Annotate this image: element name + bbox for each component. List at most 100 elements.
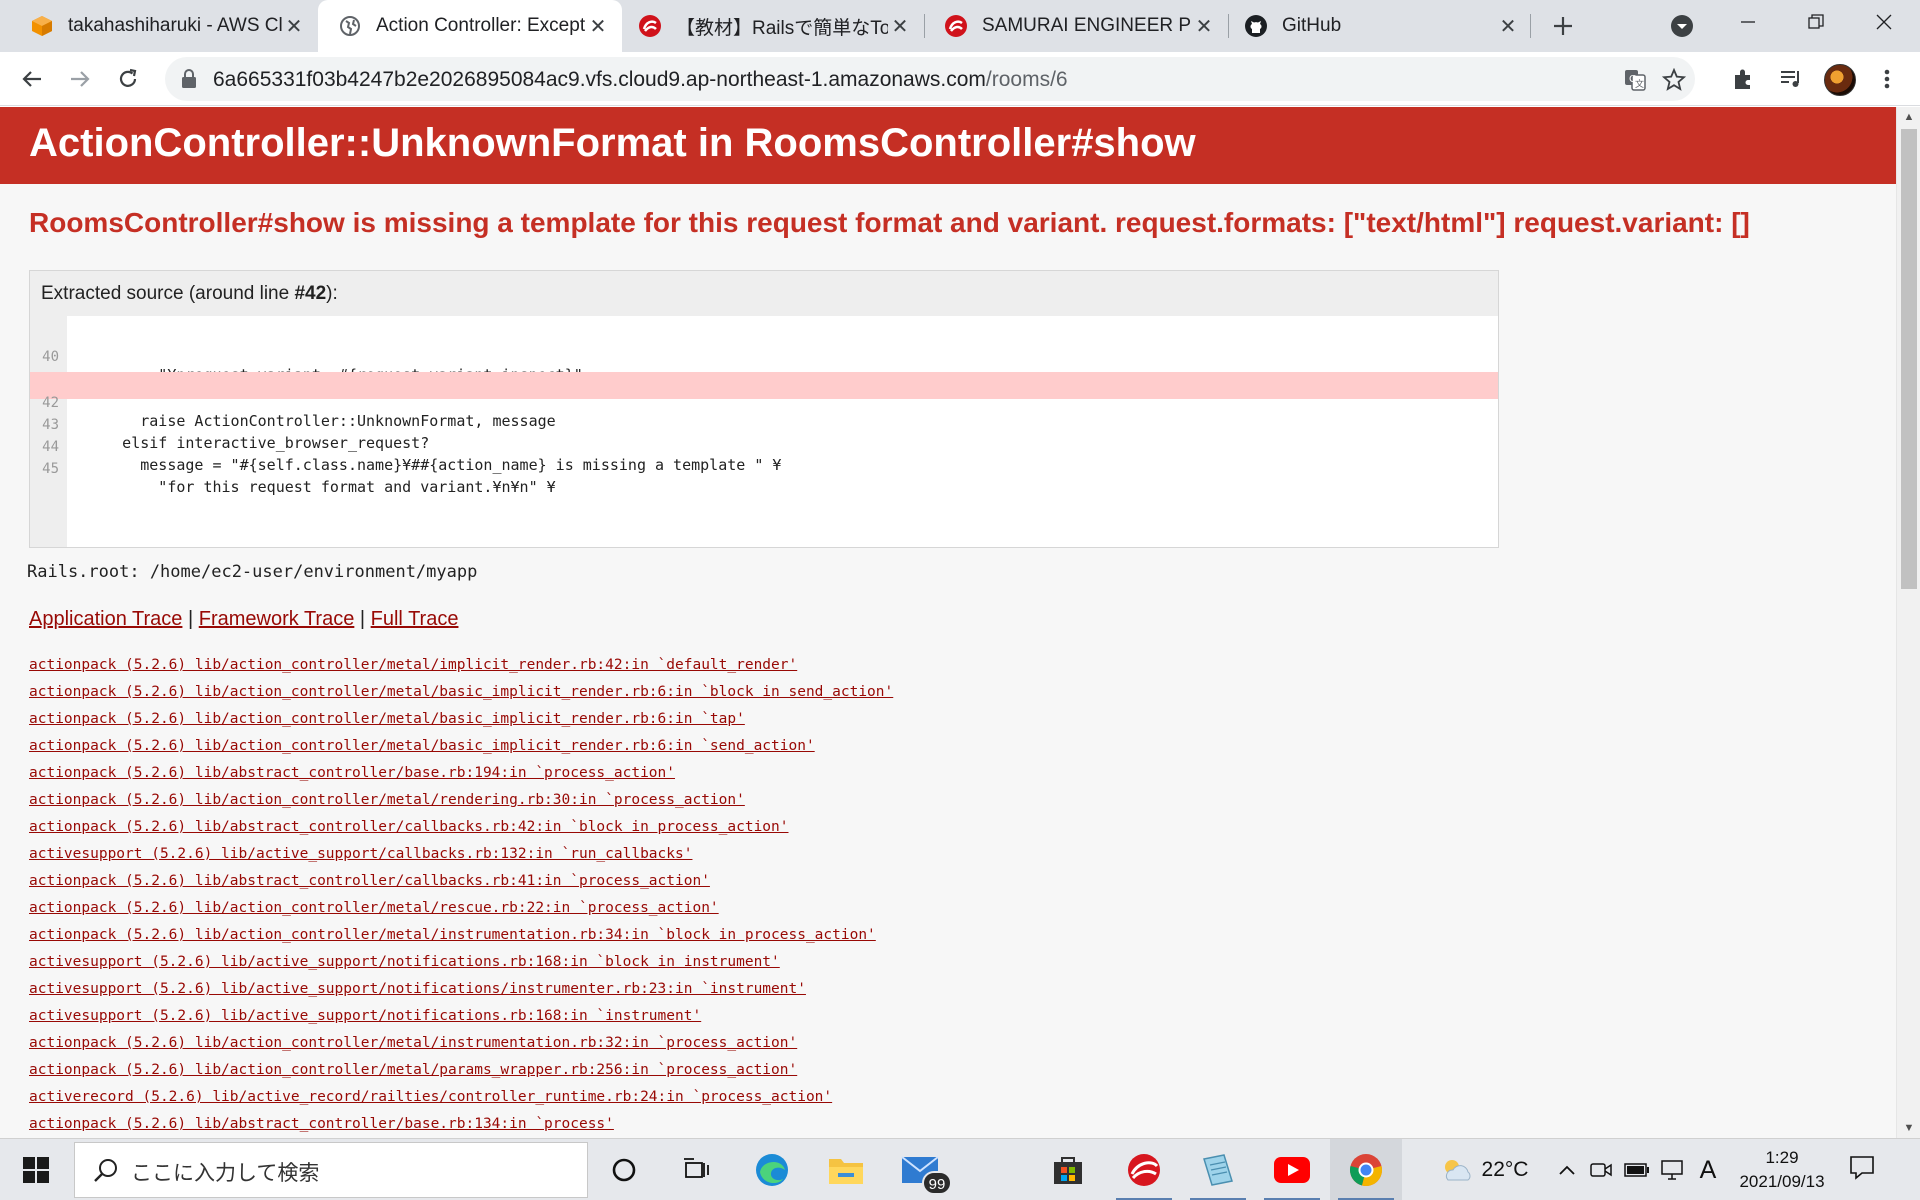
source-caption: Extracted source (around line #42):: [41, 283, 338, 305]
trace-item[interactable]: actionpack (5.2.6) lib/abstract_controll…: [29, 1111, 893, 1138]
plus-icon: [1554, 17, 1572, 35]
application-trace-link[interactable]: Application Trace: [29, 608, 182, 630]
tab-strip: takahashiharuki - AWS Clo ✕ Action Contr…: [0, 0, 1920, 52]
code-block: 40 "¥nrequest.variant: #{request.variant…: [30, 316, 1498, 547]
profile-avatar[interactable]: [1824, 64, 1856, 96]
tab-github[interactable]: GitHub ✕: [1228, 0, 1532, 52]
task-view-button[interactable]: [660, 1139, 732, 1200]
tab-title: SAMURAI ENGINEER Plus -: [982, 15, 1192, 36]
cortana-button[interactable]: [588, 1139, 660, 1200]
tab-title: takahashiharuki - AWS Clo: [68, 15, 282, 36]
close-icon[interactable]: ✕: [282, 14, 306, 38]
file-explorer-app[interactable]: [810, 1139, 882, 1200]
rails-root: Rails.root: /home/ec2-user/environment/m…: [27, 562, 478, 582]
clock[interactable]: 1:29 2021/09/13: [1728, 1146, 1836, 1194]
trace-separator: |: [354, 608, 371, 630]
url-host: 6a665331f03b4247b2e2026895084ac9.vfs.clo…: [213, 68, 986, 91]
taskbar-search-box[interactable]: ここに入力して検索: [74, 1142, 588, 1198]
weather-widget[interactable]: 22°C: [1432, 1139, 1536, 1200]
tab-rails-todo[interactable]: 【教材】Railsで簡単なTodoア ✕: [622, 0, 924, 52]
chevron-down-icon: [1671, 15, 1693, 37]
mail-app[interactable]: 99: [884, 1139, 956, 1200]
store-icon: [1054, 1157, 1082, 1184]
full-trace-link[interactable]: Full Trace: [371, 608, 459, 630]
trace-item[interactable]: actionpack (5.2.6) lib/action_controller…: [29, 922, 893, 949]
page-scrollbar[interactable]: ▲ ▼: [1896, 107, 1920, 1138]
forward-button[interactable]: [64, 63, 96, 95]
lock-icon[interactable]: [181, 69, 197, 94]
notification-center-button[interactable]: [1848, 1153, 1876, 1186]
minimize-icon: [1741, 21, 1755, 23]
error-header: ActionController::UnknownFormat in Rooms…: [0, 107, 1896, 184]
framework-trace-link[interactable]: Framework Trace: [199, 608, 355, 630]
temperature: 22°C: [1481, 1158, 1529, 1181]
tab-title: Action Controller: Exceptio: [376, 15, 586, 36]
meet-now-icon: [1590, 1163, 1612, 1177]
trace-item[interactable]: activesupport (5.2.6) lib/active_support…: [29, 841, 893, 868]
start-button[interactable]: [0, 1139, 72, 1200]
trace-item[interactable]: actionpack (5.2.6) lib/action_controller…: [29, 787, 893, 814]
more-menu-icon[interactable]: [1872, 64, 1902, 94]
tab-aws[interactable]: takahashiharuki - AWS Clo ✕: [0, 0, 318, 52]
trace-item[interactable]: activesupport (5.2.6) lib/active_support…: [29, 976, 893, 1003]
trace-item[interactable]: actionpack (5.2.6) lib/abstract_controll…: [29, 814, 893, 841]
reload-button[interactable]: [112, 63, 144, 95]
battery-indicator[interactable]: [1622, 1139, 1652, 1200]
url-text[interactable]: 6a665331f03b4247b2e2026895084ac9.vfs.clo…: [213, 68, 1068, 92]
trace-list: actionpack (5.2.6) lib/action_controller…: [29, 652, 893, 1138]
close-icon: [1876, 14, 1892, 30]
trace-item[interactable]: actionpack (5.2.6) lib/action_controller…: [29, 706, 893, 733]
trace-item[interactable]: activerecord (5.2.6) lib/active_record/r…: [29, 1084, 893, 1111]
tab-action-controller[interactable]: Action Controller: Exceptio ✕: [318, 0, 622, 52]
trace-tabs: Application Trace | Framework Trace | Fu…: [29, 608, 458, 631]
minimize-button[interactable]: [1714, 0, 1782, 44]
source-caption-prefix: Extracted source (around line: [41, 283, 295, 304]
youtube-app[interactable]: [1256, 1139, 1328, 1200]
trace-item[interactable]: actionpack (5.2.6) lib/action_controller…: [29, 1057, 893, 1084]
notepad-app[interactable]: [1182, 1139, 1254, 1200]
ime-indicator[interactable]: A: [1694, 1139, 1722, 1200]
chrome-app[interactable]: [1330, 1139, 1402, 1200]
close-icon[interactable]: ✕: [1192, 14, 1216, 38]
battery-icon: [1624, 1163, 1649, 1177]
address-bar[interactable]: 6a665331f03b4247b2e2026895084ac9.vfs.clo…: [165, 57, 1695, 101]
chevron-up-icon: [1559, 1165, 1575, 1175]
network-indicator[interactable]: [1658, 1139, 1688, 1200]
close-icon[interactable]: ✕: [888, 14, 912, 38]
scrollbar-thumb[interactable]: [1901, 129, 1917, 589]
trace-item[interactable]: actionpack (5.2.6) lib/action_controller…: [29, 652, 893, 679]
trace-item[interactable]: activesupport (5.2.6) lib/active_support…: [29, 949, 893, 976]
close-icon[interactable]: ✕: [586, 14, 610, 38]
close-icon[interactable]: ✕: [1496, 14, 1520, 38]
trace-item[interactable]: actionpack (5.2.6) lib/action_controller…: [29, 1030, 893, 1057]
show-hidden-icons-button[interactable]: [1554, 1139, 1580, 1200]
meet-now-button[interactable]: [1586, 1139, 1616, 1200]
trace-item[interactable]: actionpack (5.2.6) lib/action_controller…: [29, 733, 893, 760]
samurai-icon: [944, 14, 968, 38]
store-app[interactable]: [1032, 1139, 1104, 1200]
trace-item[interactable]: actionpack (5.2.6) lib/abstract_controll…: [29, 868, 893, 895]
media-control-icon[interactable]: [1776, 64, 1806, 94]
youtube-icon: [1274, 1157, 1310, 1183]
edge-app[interactable]: [736, 1139, 808, 1200]
folder-icon: [829, 1159, 863, 1184]
scroll-up-arrow[interactable]: ▲: [1903, 111, 1915, 123]
trace-item[interactable]: activesupport (5.2.6) lib/active_support…: [29, 1003, 893, 1030]
new-tab-button[interactable]: [1548, 11, 1578, 41]
trace-item[interactable]: actionpack (5.2.6) lib/abstract_controll…: [29, 760, 893, 787]
back-button[interactable]: [16, 63, 48, 95]
close-window-button[interactable]: [1850, 0, 1918, 44]
trace-item[interactable]: actionpack (5.2.6) lib/action_controller…: [29, 679, 893, 706]
tab-search-button[interactable]: [1668, 12, 1696, 40]
tab-title: 【教材】Railsで簡単なTodoア: [676, 17, 888, 39]
tab-samurai-engineer[interactable]: SAMURAI ENGINEER Plus - ✕: [924, 0, 1228, 52]
scroll-down-arrow[interactable]: ▼: [1903, 1122, 1915, 1134]
trace-item[interactable]: actionpack (5.2.6) lib/action_controller…: [29, 895, 893, 922]
code-text: "for this request format and variant.¥n¥…: [68, 478, 556, 496]
restore-button[interactable]: [1782, 0, 1850, 44]
extensions-icon[interactable]: [1728, 64, 1758, 94]
ime-mode: A: [1699, 1155, 1717, 1184]
security-app[interactable]: [1108, 1139, 1180, 1200]
bookmark-star-icon[interactable]: [1661, 67, 1687, 93]
translate-icon[interactable]: G文: [1622, 67, 1648, 93]
